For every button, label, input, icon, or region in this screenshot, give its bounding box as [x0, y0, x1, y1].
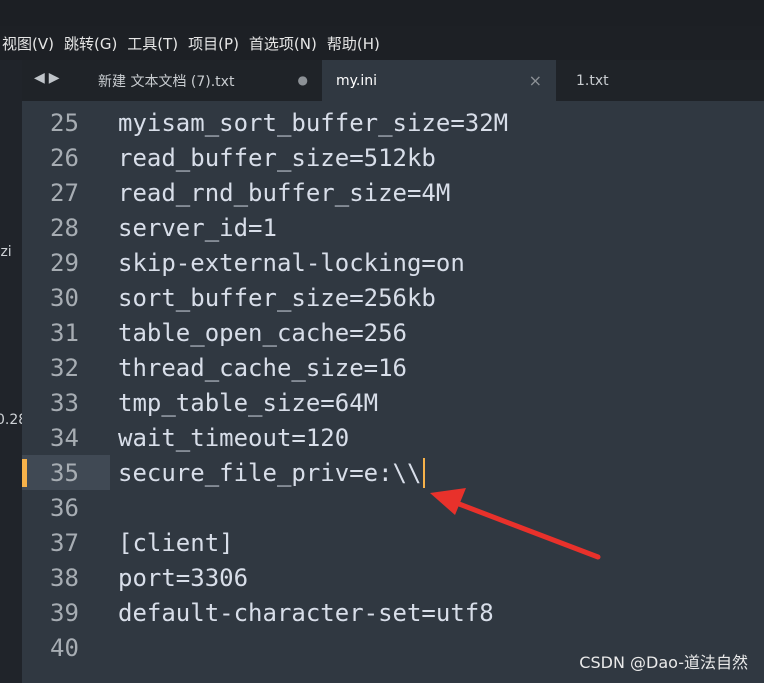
annotation-arrow-icon	[430, 488, 601, 560]
arrow-shaft	[443, 496, 601, 560]
arrow-head	[430, 488, 466, 515]
watermark: CSDN @Dao-道法自然	[579, 653, 748, 672]
